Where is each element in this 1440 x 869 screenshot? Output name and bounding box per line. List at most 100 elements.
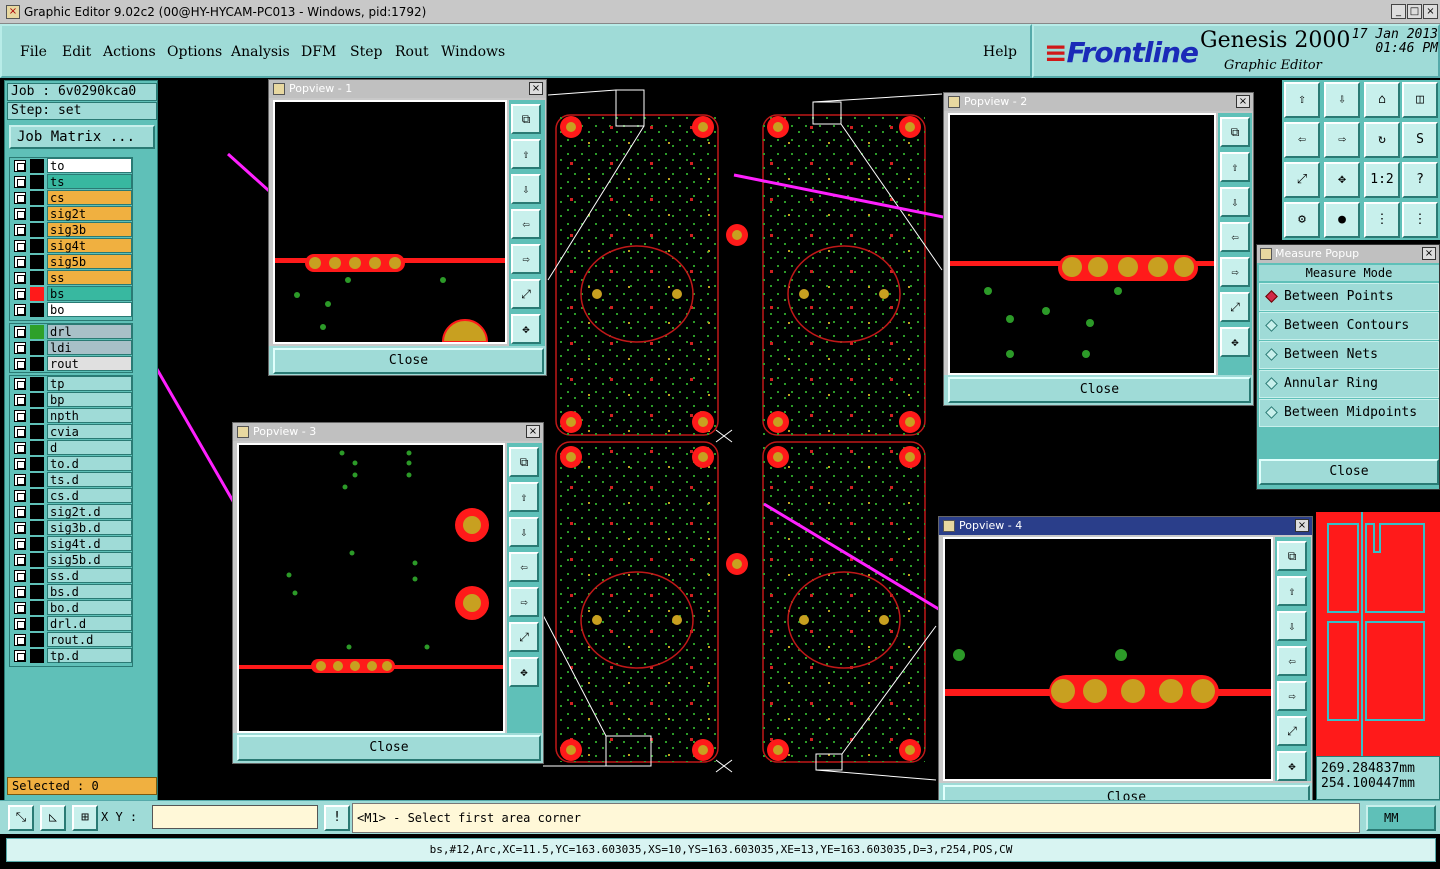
- layer-checkbox[interactable]: [14, 570, 26, 582]
- zoom-center-icon[interactable]: ✥: [1220, 327, 1250, 357]
- pan-up-icon[interactable]: ⇧: [1284, 82, 1320, 118]
- copy-view-icon[interactable]: ⧉: [1220, 117, 1250, 147]
- layer-checkbox[interactable]: [14, 358, 26, 370]
- pan-right-icon[interactable]: ⇨: [1277, 681, 1307, 711]
- home-view-icon[interactable]: ⌂: [1364, 82, 1400, 118]
- measure-popup-titlebar[interactable]: Measure Popup ×: [1257, 245, 1439, 263]
- layer-row-sig4t-d[interactable]: sig4t.d: [10, 536, 132, 552]
- pan-up-icon[interactable]: ⇧: [511, 139, 541, 169]
- pan-down-icon[interactable]: ⇩: [511, 174, 541, 204]
- layer-row-cs[interactable]: cs: [10, 190, 132, 206]
- measure-popup-close-icon[interactable]: ×: [1422, 247, 1436, 260]
- popview-4-close-icon[interactable]: ×: [1295, 519, 1309, 532]
- pan-left-icon[interactable]: ⇦: [511, 209, 541, 239]
- copy-view-icon[interactable]: ⧉: [511, 104, 541, 134]
- zoom-center-icon[interactable]: ✥: [1324, 162, 1360, 198]
- layer-checkbox[interactable]: [14, 586, 26, 598]
- layer-row-ts-d[interactable]: ts.d: [10, 472, 132, 488]
- pan-right-icon[interactable]: ⇨: [1324, 122, 1360, 158]
- pan-right-icon[interactable]: ⇨: [509, 587, 539, 617]
- overview-thumbnail[interactable]: [1316, 512, 1440, 756]
- copy-view-icon[interactable]: ⧉: [1277, 541, 1307, 571]
- zoom-fit-icon[interactable]: ⤢: [1284, 162, 1320, 198]
- layer-row-ss[interactable]: ss: [10, 270, 132, 286]
- layer-row-drl-d[interactable]: drl.d: [10, 616, 132, 632]
- layer-row-cs-d[interactable]: cs.d: [10, 488, 132, 504]
- popview-3-close-button[interactable]: Close: [237, 735, 541, 761]
- pan-left-icon[interactable]: ⇦: [1220, 222, 1250, 252]
- layer-checkbox[interactable]: [14, 192, 26, 204]
- layer-row-ldi[interactable]: ldi: [10, 340, 132, 356]
- layer-checkbox[interactable]: [14, 474, 26, 486]
- pan-right-icon[interactable]: ⇨: [511, 244, 541, 274]
- pan-left-icon[interactable]: ⇦: [1284, 122, 1320, 158]
- measure-option-between-nets[interactable]: Between Nets: [1259, 341, 1439, 369]
- layer-checkbox[interactable]: [14, 208, 26, 220]
- popview-1-titlebar[interactable]: Popview - 1 ×: [269, 80, 546, 98]
- xy-input[interactable]: [152, 805, 318, 829]
- layer-row-d[interactable]: d: [10, 440, 132, 456]
- zoom-fit-icon[interactable]: ⤢: [1277, 716, 1307, 746]
- measure-close-button[interactable]: Close: [1259, 459, 1439, 485]
- layer-checkbox[interactable]: [14, 224, 26, 236]
- popview-3-canvas[interactable]: [237, 443, 505, 733]
- grid-icon[interactable]: ⊞: [72, 805, 98, 831]
- layer-checkbox[interactable]: [14, 256, 26, 268]
- zoom-center-icon[interactable]: ✥: [509, 657, 539, 687]
- layer-row-tp[interactable]: tp: [10, 376, 132, 392]
- layer-row-bo-d[interactable]: bo.d: [10, 600, 132, 616]
- layer-row-sig3b-d[interactable]: sig3b.d: [10, 520, 132, 536]
- layer-row-bs[interactable]: bs: [10, 286, 132, 302]
- zoom-fit-icon[interactable]: ⤢: [509, 622, 539, 652]
- layer-row-sig5b-d[interactable]: sig5b.d: [10, 552, 132, 568]
- layer-row-sig5b[interactable]: sig5b: [10, 254, 132, 270]
- layer-row-rout-d[interactable]: rout.d: [10, 632, 132, 648]
- menu-help[interactable]: Help: [983, 44, 1017, 60]
- layer-row-sig4t[interactable]: sig4t: [10, 238, 132, 254]
- redraw-icon[interactable]: ↻: [1364, 122, 1400, 158]
- layer-checkbox[interactable]: [14, 288, 26, 300]
- layer-row-bp[interactable]: bp: [10, 392, 132, 408]
- snap-icon[interactable]: S: [1402, 122, 1438, 158]
- measure-option-between-points[interactable]: Between Points: [1259, 283, 1439, 311]
- layer-checkbox[interactable]: [14, 506, 26, 518]
- pan-down-icon[interactable]: ⇩: [509, 517, 539, 547]
- menu-step[interactable]: Step: [350, 44, 382, 60]
- measure-option-between-contours[interactable]: Between Contours: [1259, 312, 1439, 340]
- popview-3-close-icon[interactable]: ×: [526, 425, 540, 438]
- popview-3-titlebar[interactable]: Popview - 3 ×: [233, 423, 543, 441]
- zoom-area-icon[interactable]: ⤡: [8, 805, 34, 831]
- menu-file[interactable]: File: [20, 44, 47, 60]
- job-matrix-button[interactable]: Job Matrix ...: [9, 125, 155, 149]
- layer-checkbox[interactable]: [14, 522, 26, 534]
- zoom-center-icon[interactable]: ✥: [511, 314, 541, 344]
- menu-dfm[interactable]: DFM: [301, 44, 336, 60]
- layer-checkbox[interactable]: [14, 554, 26, 566]
- layer-checkbox[interactable]: [14, 458, 26, 470]
- pan-left-icon[interactable]: ⇦: [509, 552, 539, 582]
- layer-checkbox[interactable]: [14, 602, 26, 614]
- popview-2-close-icon[interactable]: ×: [1236, 95, 1250, 108]
- layer-row-cvia[interactable]: cvia: [10, 424, 132, 440]
- popview-1-close-icon[interactable]: ×: [529, 82, 543, 95]
- popview-2-canvas[interactable]: [948, 113, 1216, 375]
- layer-checkbox[interactable]: [14, 342, 26, 354]
- menu-options[interactable]: Options: [167, 44, 222, 60]
- zoom-fit-icon[interactable]: ⤢: [511, 279, 541, 309]
- layer-checkbox[interactable]: [14, 650, 26, 662]
- maximize-button[interactable]: □: [1407, 4, 1422, 19]
- layer-row-ss-d[interactable]: ss.d: [10, 568, 132, 584]
- layer-checkbox[interactable]: [14, 538, 26, 550]
- pan-up-icon[interactable]: ⇧: [1220, 152, 1250, 182]
- layer-row-rout[interactable]: rout: [10, 356, 132, 372]
- pan-right-icon[interactable]: ⇨: [1220, 257, 1250, 287]
- net-compare-icon[interactable]: ⋮: [1402, 202, 1438, 238]
- copy-view-icon[interactable]: ⧉: [509, 447, 539, 477]
- layer-row-drl[interactable]: drl: [10, 324, 132, 340]
- layer-checkbox[interactable]: [14, 160, 26, 172]
- measure-option-annular-ring[interactable]: Annular Ring: [1259, 370, 1439, 398]
- pan-up-icon[interactable]: ⇧: [1277, 576, 1307, 606]
- popview-1-close-button[interactable]: Close: [273, 348, 544, 374]
- pan-down-icon[interactable]: ⇩: [1220, 187, 1250, 217]
- layer-row-bs-d[interactable]: bs.d: [10, 584, 132, 600]
